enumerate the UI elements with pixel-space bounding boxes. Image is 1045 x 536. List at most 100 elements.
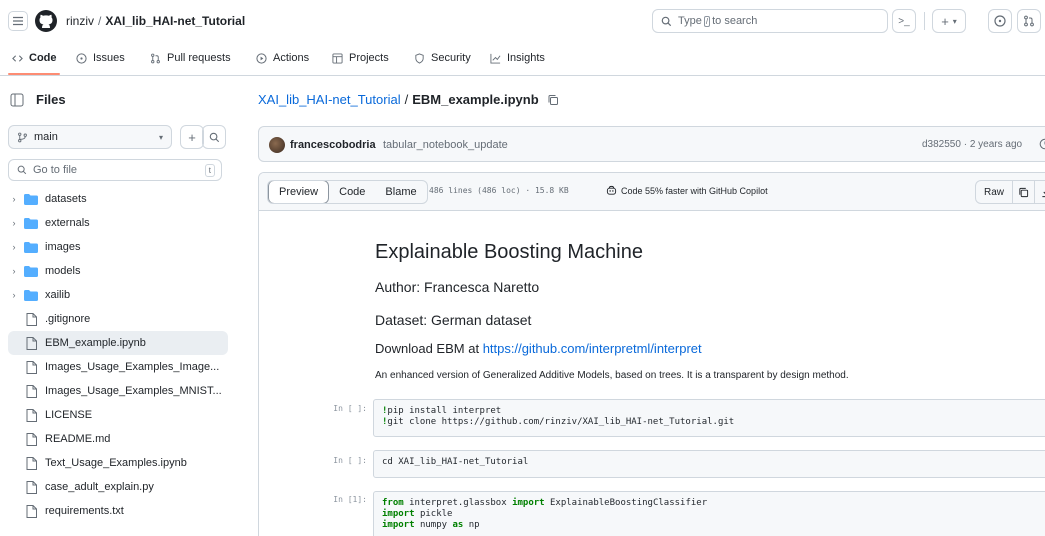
code-line: git clone https://github.com/rinziv/XAI_…	[387, 417, 735, 427]
tree-item-models[interactable]: › models	[8, 259, 228, 283]
chevron-right-icon[interactable]: ›	[8, 242, 20, 252]
tab-security[interactable]: Security	[414, 52, 471, 64]
search-icon	[209, 132, 219, 142]
tab-pull-requests-label: Pull requests	[167, 52, 231, 64]
issue-opened-icon	[994, 15, 1006, 27]
tree-item-label: README.md	[45, 433, 111, 445]
tab-pull-requests[interactable]: Pull requests	[150, 52, 231, 64]
file-icon	[26, 480, 37, 494]
tab-actions[interactable]: Actions	[256, 52, 309, 64]
sidebar-collapse-icon[interactable]	[10, 93, 24, 107]
your-pull-requests-button[interactable]	[1017, 9, 1041, 33]
copilot-promo[interactable]: Code 55% faster with GitHub Copilot	[606, 185, 768, 196]
tree-item-text-usage[interactable]: Text_Usage_Examples.ipynb	[8, 451, 228, 475]
command-palette-button[interactable]: >_	[892, 9, 916, 33]
code-cell: cd XAI_lib_HAI-net_Tutorial	[373, 450, 1045, 478]
tab-issues-label: Issues	[93, 52, 125, 64]
history-icon[interactable]	[1039, 138, 1045, 150]
branch-selector[interactable]: main ▾	[8, 125, 172, 149]
go-to-file-input[interactable]: Go to file t	[8, 159, 222, 181]
avatar[interactable]	[269, 137, 285, 153]
tree-item-case-adult[interactable]: case_adult_explain.py	[8, 475, 228, 499]
blame-tab[interactable]: Blame	[375, 181, 426, 203]
tab-insights-label: Insights	[507, 52, 545, 64]
chevron-right-icon[interactable]: ›	[8, 194, 20, 204]
commit-author-link[interactable]: francescobodria	[290, 139, 376, 151]
tab-projects[interactable]: Projects	[332, 52, 389, 64]
repo-nav: Code Issues Pull requests Actions Projec…	[0, 44, 1045, 76]
copy-path-icon[interactable]	[547, 94, 559, 106]
tree-item-images-usage-mnist[interactable]: Images_Usage_Examples_MNIST...	[8, 379, 228, 403]
tree-item-label: case_adult_explain.py	[45, 481, 154, 493]
tree-item-readme[interactable]: README.md	[8, 427, 228, 451]
code-cell: from interpret.glassbox import Explainab…	[373, 491, 1045, 536]
file-toolbar: Preview Code Blame 486 lines (486 loc) ·…	[259, 173, 1045, 211]
pull-request-icon	[1024, 15, 1034, 27]
tree-item-images[interactable]: › images	[8, 235, 228, 259]
tree-item-datasets[interactable]: › datasets	[8, 187, 228, 211]
commit-meta[interactable]: d382550 · 2 years ago	[922, 139, 1022, 150]
your-issues-button[interactable]	[988, 9, 1012, 33]
add-file-button[interactable]: +	[180, 125, 204, 149]
file-icon	[26, 312, 37, 326]
file-icon	[26, 408, 37, 422]
folder-icon	[24, 193, 38, 205]
code-line: pip install interpret	[387, 406, 502, 416]
menu-button[interactable]	[8, 11, 28, 31]
repo-path: rinziv / XAI_lib_HAI-net_Tutorial	[66, 14, 245, 28]
tree-item-label: images	[45, 241, 81, 253]
issue-icon	[76, 52, 87, 64]
tree-item-label: datasets	[45, 193, 87, 205]
tree-item-xailib[interactable]: › xailib	[8, 283, 228, 307]
chevron-right-icon[interactable]: ›	[8, 290, 20, 300]
copilot-label: Code 55% faster with GitHub Copilot	[621, 185, 768, 196]
download-icon	[1041, 191, 1045, 197]
tree-item-label: externals	[45, 217, 90, 229]
code-cell: !pip install interpret !git clone https:…	[373, 399, 1045, 437]
github-logo-icon[interactable]	[34, 9, 58, 33]
tree-item-externals[interactable]: › externals	[8, 211, 228, 235]
tree-item-license[interactable]: LICENSE	[8, 403, 228, 427]
download-button[interactable]	[1035, 181, 1045, 203]
tab-code-label: Code	[29, 52, 57, 64]
tab-insights[interactable]: Insights	[490, 52, 545, 64]
preview-tab[interactable]: Preview	[268, 181, 330, 203]
search-files-button[interactable]	[202, 125, 226, 149]
tree-item-label: Images_Usage_Examples_Image...	[45, 361, 220, 373]
commit-message-link[interactable]: tabular_notebook_update	[383, 139, 508, 151]
chevron-down-icon: ▾	[952, 16, 957, 26]
code-keyword: as	[452, 520, 464, 530]
global-search-input[interactable]: Type / to search	[652, 9, 888, 33]
code-tab[interactable]: Code	[329, 181, 375, 203]
breadcrumb-file-name: EBM_example.ipynb	[412, 92, 539, 107]
raw-button[interactable]: Raw	[976, 181, 1014, 203]
tab-security-label: Security	[431, 52, 471, 64]
tree-item-images-usage-image[interactable]: Images_Usage_Examples_Image...	[8, 355, 228, 379]
create-new-button[interactable]: + ▾	[932, 9, 966, 33]
file-icon	[26, 432, 37, 446]
code-icon	[12, 54, 23, 62]
code-line: ExplainableBoostingClassifier	[550, 498, 708, 508]
cell-prompt: In [ ]:	[333, 456, 367, 465]
code-line: pickle	[419, 509, 453, 519]
chevron-right-icon[interactable]: ›	[8, 266, 20, 276]
repo-name-link[interactable]: XAI_lib_HAI-net_Tutorial	[105, 14, 245, 28]
go-to-file-shortcut: t	[204, 164, 215, 177]
tree-item-ebm-example[interactable]: EBM_example.ipynb	[8, 331, 228, 355]
tree-item-label: models	[45, 265, 81, 277]
tree-item-requirements[interactable]: requirements.txt	[8, 499, 228, 523]
tree-item-label: Images_Usage_Examples_MNIST...	[45, 385, 222, 397]
repo-owner-link[interactable]: rinziv	[66, 14, 94, 28]
breadcrumb-repo-link[interactable]: XAI_lib_HAI-net_Tutorial	[258, 92, 401, 107]
interpret-repo-link[interactable]: https://github.com/interpretml/interpret	[483, 341, 702, 356]
chevron-right-icon[interactable]: ›	[8, 218, 20, 228]
tab-issues[interactable]: Issues	[76, 52, 125, 64]
copy-raw-button[interactable]	[1013, 181, 1036, 203]
tree-item-label: EBM_example.ipynb	[45, 337, 146, 349]
graph-icon	[490, 53, 501, 64]
tab-code[interactable]: Code	[12, 52, 57, 64]
file-icon	[26, 504, 37, 518]
search-icon	[661, 16, 672, 26]
cell-prompt: In [1]:	[333, 495, 367, 504]
tree-item-gitignore[interactable]: .gitignore	[8, 307, 228, 331]
